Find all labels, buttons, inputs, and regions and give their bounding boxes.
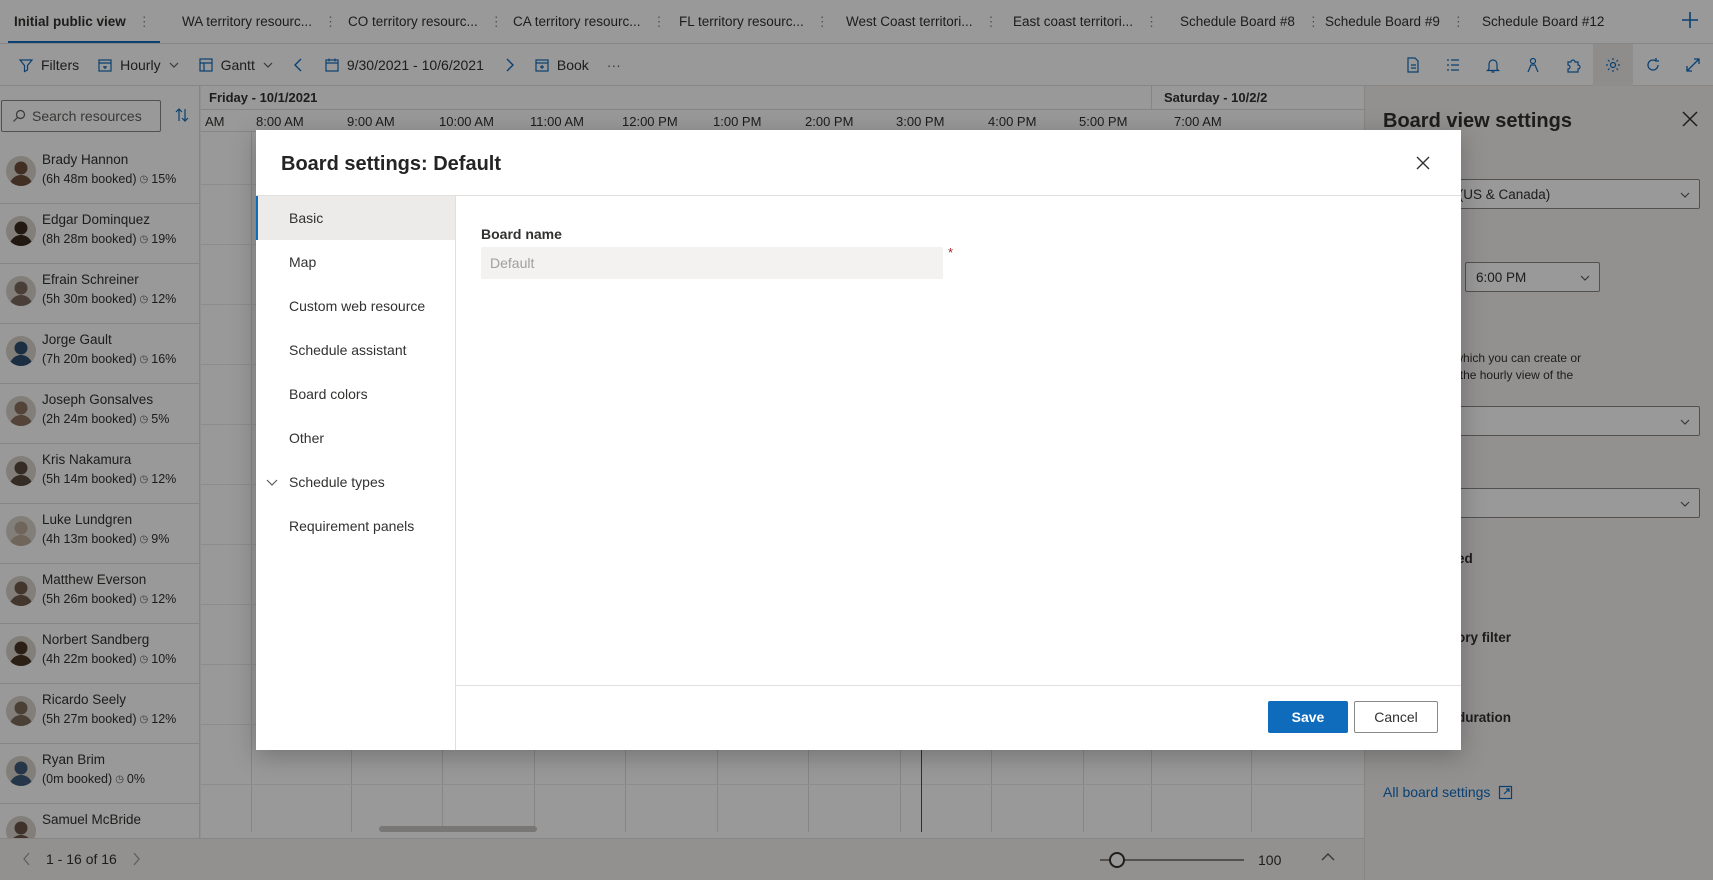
settings-nav-item[interactable]: Other xyxy=(256,416,455,460)
board-settings-dialog: Board settings: Default Basic Map Custom w… xyxy=(256,130,1461,750)
dialog-title: Board settings: Default xyxy=(281,153,502,175)
close-icon[interactable] xyxy=(1415,155,1431,171)
settings-nav-item[interactable]: Map xyxy=(256,240,455,284)
board-name-input[interactable]: Default xyxy=(481,247,943,279)
board-name-label: Board name xyxy=(481,226,562,242)
settings-nav-item[interactable]: Basic xyxy=(256,196,455,240)
board-name-value: Default xyxy=(490,255,535,271)
settings-nav-label: Requirement panels xyxy=(289,518,415,534)
settings-nav-label: Schedule types xyxy=(289,474,385,490)
settings-nav-label: Board colors xyxy=(289,386,368,402)
settings-nav-item[interactable]: Schedule assistant xyxy=(256,328,455,372)
settings-nav-item[interactable]: Requirement panels xyxy=(256,504,455,548)
save-button[interactable]: Save xyxy=(1268,701,1348,733)
dialog-footer: Save Cancel xyxy=(456,685,1461,750)
settings-nav-item[interactable]: Schedule types xyxy=(256,460,455,504)
settings-nav-label: Map xyxy=(289,254,317,270)
settings-nav-label: Other xyxy=(289,430,325,446)
cancel-button[interactable]: Cancel xyxy=(1354,701,1438,733)
settings-nav-label: Basic xyxy=(289,210,324,226)
required-indicator: * xyxy=(948,245,954,260)
chevron-down-icon[interactable] xyxy=(265,475,279,489)
settings-nav-item[interactable]: Board colors xyxy=(256,372,455,416)
settings-nav-label: Custom web resource xyxy=(289,298,426,314)
settings-nav-item[interactable]: Custom web resource xyxy=(256,284,455,328)
settings-content: Board name Default * xyxy=(456,195,1461,685)
settings-nav-label: Schedule assistant xyxy=(289,342,407,358)
settings-nav: Basic Map Custom web resource Schedule assi… xyxy=(256,195,456,750)
